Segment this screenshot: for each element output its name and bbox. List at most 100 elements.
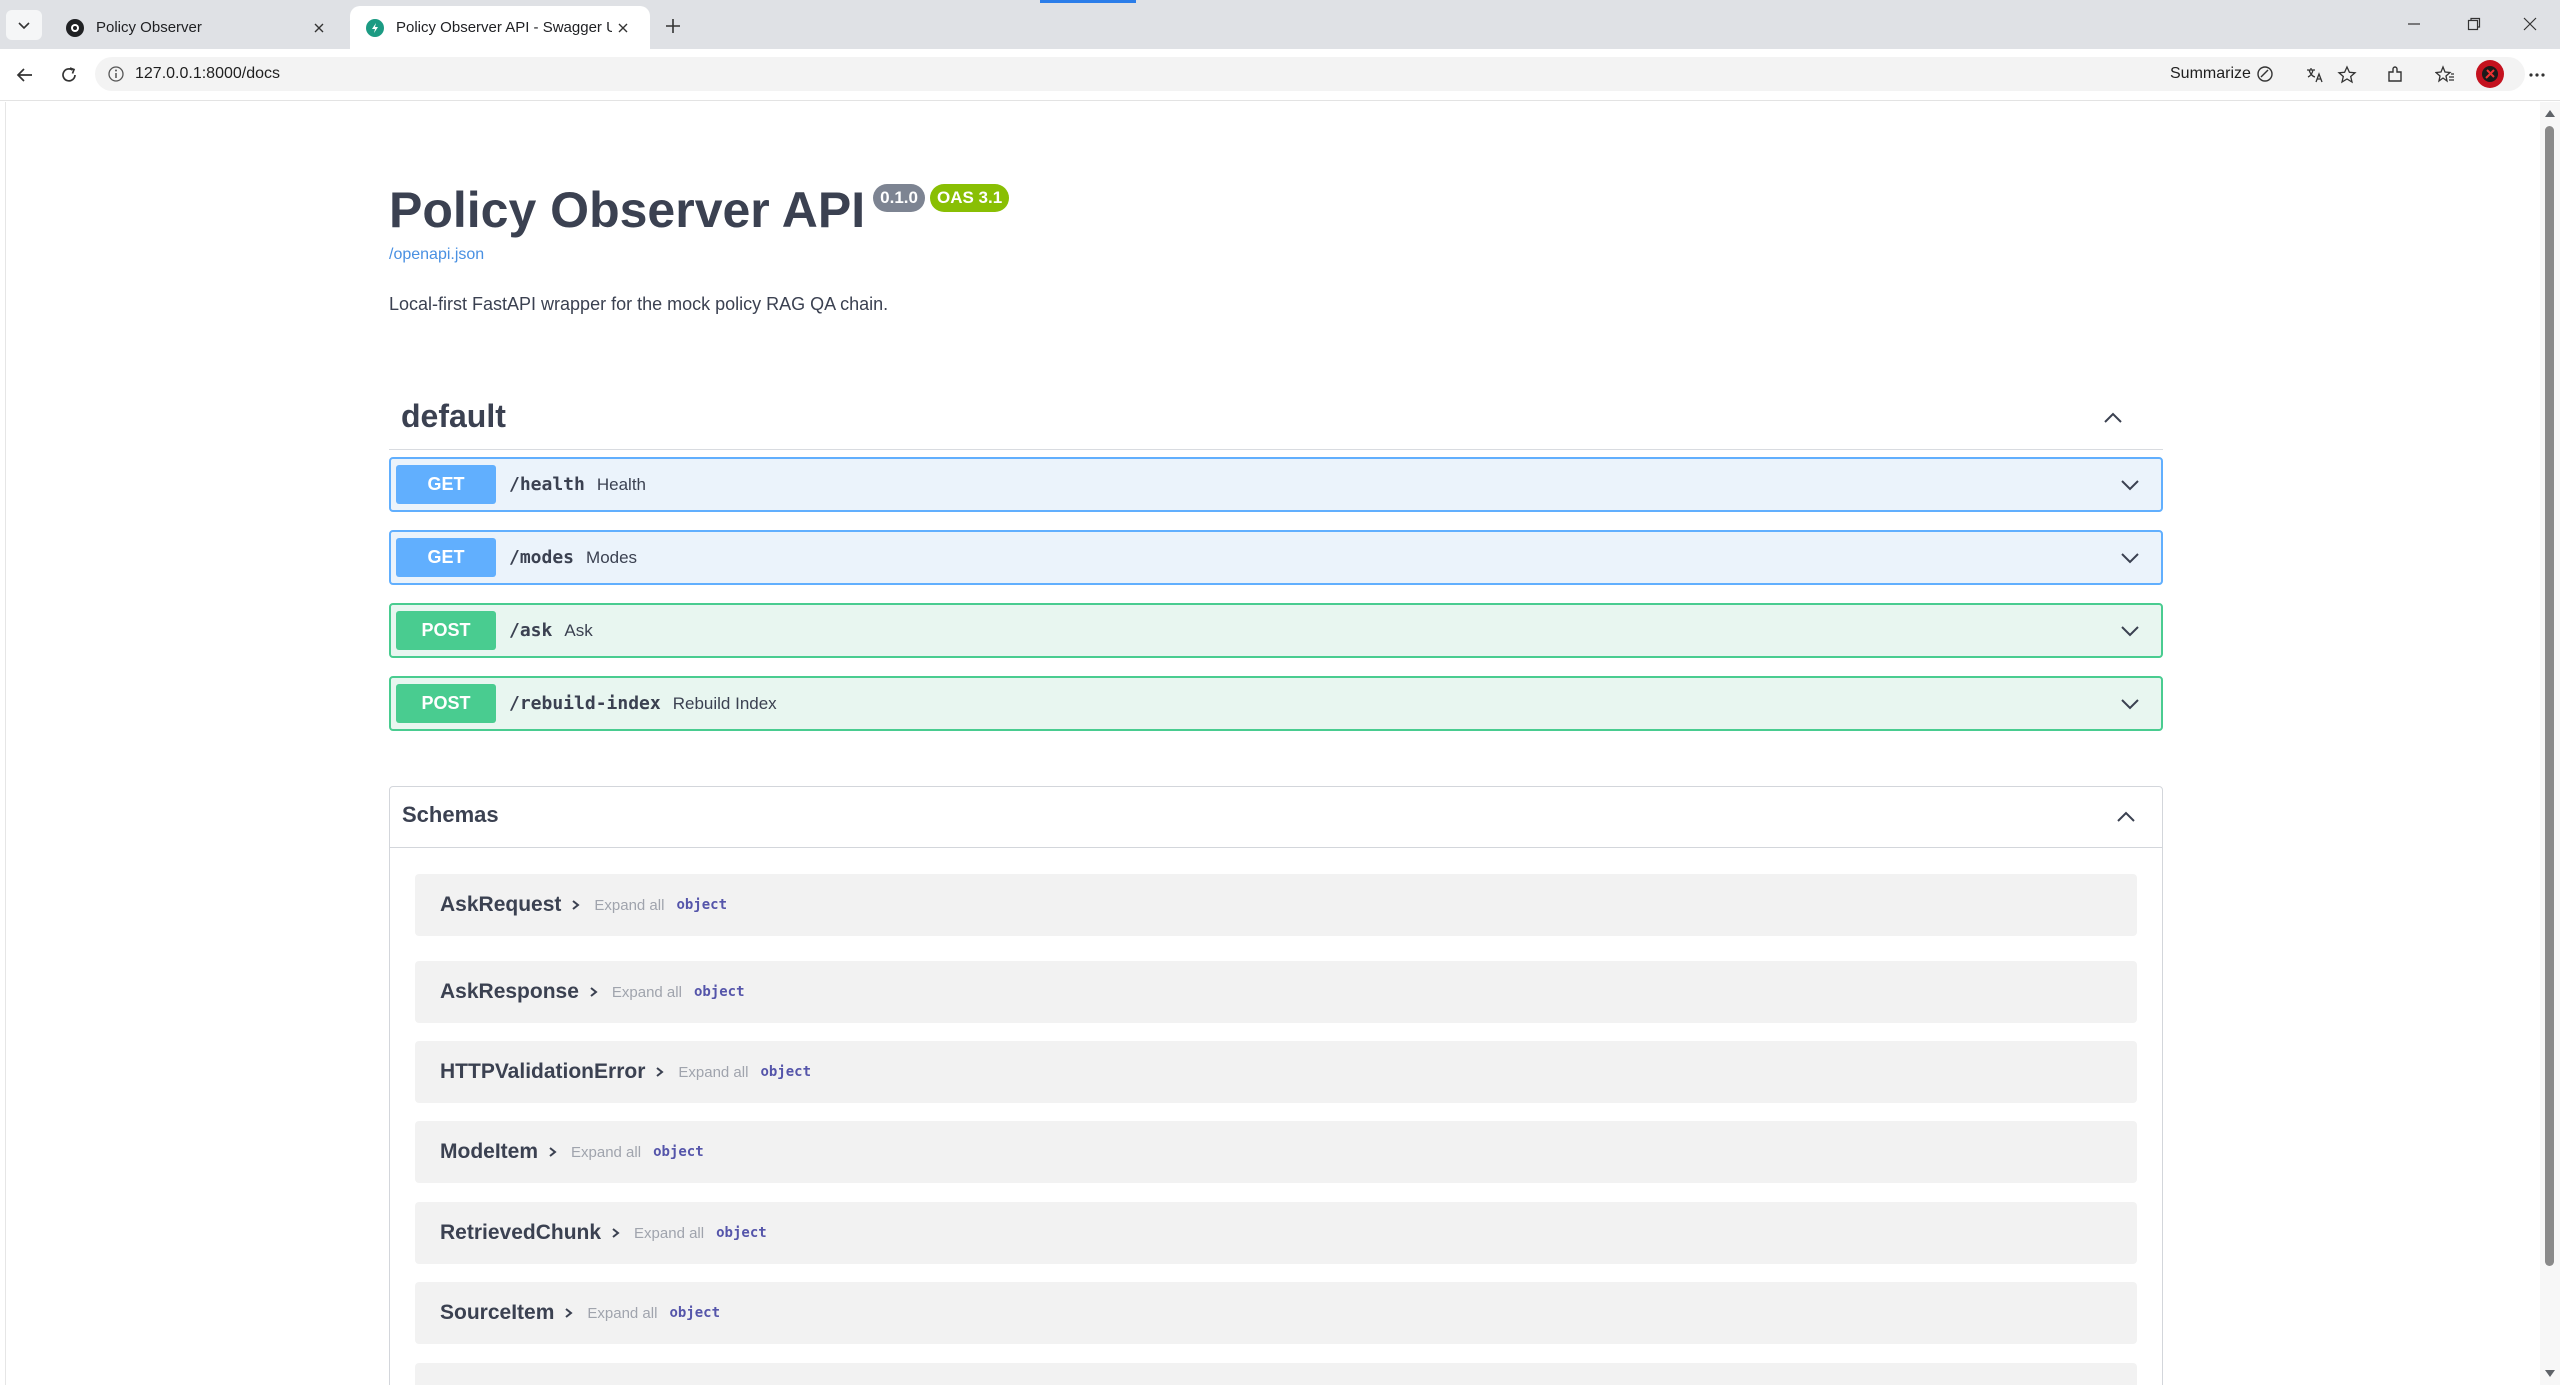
schemas-header[interactable]: Schemas — [390, 787, 2162, 848]
back-button[interactable] — [11, 61, 39, 89]
openapi-json-link[interactable]: /openapi.json — [389, 246, 484, 264]
chevron-down-icon[interactable] — [2117, 691, 2143, 717]
schema-name[interactable]: AskRequest — [440, 893, 561, 917]
tab-policy-observer[interactable]: Policy Observer — [50, 6, 346, 49]
oas-version-badge: OAS 3.1 — [929, 184, 1010, 212]
operation-path: /rebuild-index — [509, 693, 661, 714]
operation-summary: Modes — [586, 547, 638, 567]
chevron-right-icon[interactable] — [547, 1145, 559, 1159]
operation-summary: Rebuild Index — [672, 693, 777, 713]
schema-retrievedchunk[interactable]: RetrievedChunk Expand all object — [415, 1202, 2137, 1264]
policy-observer-favicon-icon — [66, 18, 84, 37]
page-scrollbar[interactable] — [2540, 102, 2560, 1385]
close-tab-icon[interactable] — [308, 17, 330, 39]
chevron-right-icon[interactable] — [563, 1306, 575, 1320]
swagger-favicon-icon — [366, 18, 384, 37]
reload-button[interactable] — [55, 61, 83, 89]
chevron-down-icon[interactable] — [2117, 618, 2143, 644]
schema-type: object — [676, 897, 728, 913]
loading-indicator — [1040, 0, 1136, 3]
operation-get-modes[interactable]: GET /modes Modes — [389, 530, 2163, 585]
operation-path: /health — [509, 474, 585, 495]
schema-askresponse[interactable]: AskResponse Expand all object — [415, 961, 2137, 1023]
browser-tab-bar: Policy Observer Policy Observer API - Sw… — [0, 0, 2560, 49]
tag-name: default — [401, 398, 506, 434]
translate-button[interactable] — [2305, 65, 2325, 85]
chevron-up-icon[interactable] — [2112, 803, 2140, 831]
scroll-down-arrow-icon[interactable] — [2545, 1370, 2555, 1377]
settings-menu-button[interactable] — [2523, 61, 2551, 89]
operation-post-rebuild-index[interactable]: POST /rebuild-index Rebuild Index — [389, 676, 2163, 731]
schema-name[interactable]: HTTPValidationError — [440, 1060, 645, 1084]
schemas-section: Schemas AskRequest Expand all object Ask… — [389, 786, 2163, 1385]
tab-title: Policy Observer — [96, 19, 202, 36]
schema-name[interactable]: AskResponse — [440, 980, 579, 1004]
tag-default-header[interactable]: default — [389, 392, 2163, 450]
close-tab-icon[interactable] — [612, 17, 634, 39]
chevron-right-icon[interactable] — [570, 898, 582, 912]
schema-name[interactable]: RetrievedChunk — [440, 1221, 601, 1245]
minimize-window-button[interactable] — [2394, 8, 2434, 40]
schema-type: object — [669, 1305, 721, 1321]
address-bar[interactable]: 127.0.0.1:8000/docs Summarize — [95, 57, 2525, 91]
api-description: Local-first FastAPI wrapper for the mock… — [389, 294, 889, 314]
operation-path: /ask — [509, 620, 553, 641]
expand-all-link[interactable]: Expand all — [634, 1225, 704, 1242]
restore-window-button[interactable] — [2454, 8, 2494, 40]
favorites-button[interactable] — [2431, 61, 2459, 89]
url-text[interactable]: 127.0.0.1:8000/docs — [135, 65, 280, 83]
schema-partially-visible[interactable] — [415, 1363, 2137, 1385]
more-horizontal-icon — [2529, 73, 2545, 77]
expand-all-link[interactable]: Expand all — [678, 1064, 748, 1081]
plus-icon — [666, 19, 680, 33]
tab-title: Policy Observer API - Swagger UI — [396, 19, 612, 36]
scrollbar-thumb[interactable] — [2545, 126, 2554, 1266]
scroll-up-arrow-icon[interactable] — [2545, 110, 2555, 117]
extensions-icon — [2388, 66, 2402, 82]
schema-modeitem[interactable]: ModeItem Expand all object — [415, 1121, 2137, 1183]
expand-all-link[interactable]: Expand all — [571, 1144, 641, 1161]
chevron-down-icon[interactable] — [2117, 545, 2143, 571]
expand-all-link[interactable]: Expand all — [594, 897, 664, 914]
tab-actions-menu-button[interactable] — [6, 10, 42, 40]
operation-get-health[interactable]: GET /health Health — [389, 457, 2163, 512]
page-viewport: Policy Observer API 0.1.0 OAS 3.1 /opena… — [5, 102, 2540, 1385]
chevron-right-icon[interactable] — [654, 1065, 666, 1079]
chevron-down-icon[interactable] — [2117, 472, 2143, 498]
operation-path: /modes — [509, 547, 575, 568]
minimize-icon — [2408, 23, 2420, 25]
schema-name[interactable]: ModeItem — [440, 1140, 538, 1164]
schema-askrequest[interactable]: AskRequest Expand all object — [415, 874, 2137, 936]
profile-avatar[interactable] — [2476, 60, 2504, 88]
reload-icon — [62, 67, 76, 82]
chevron-right-icon[interactable] — [610, 1226, 622, 1240]
operation-post-ask[interactable]: POST /ask Ask — [389, 603, 2163, 658]
method-badge: POST — [396, 611, 496, 650]
schema-sourceitem[interactable]: SourceItem Expand all object — [415, 1282, 2137, 1344]
method-badge: POST — [396, 684, 496, 723]
schema-type: object — [760, 1064, 812, 1080]
chevron-up-icon[interactable] — [2099, 404, 2127, 432]
expand-all-link[interactable]: Expand all — [612, 984, 682, 1001]
operation-summary: Ask — [564, 620, 593, 640]
favorite-button[interactable] — [2337, 65, 2357, 85]
close-icon — [2523, 17, 2537, 31]
close-window-button[interactable] — [2510, 8, 2550, 40]
new-tab-button[interactable] — [659, 12, 687, 40]
summarize-label: Summarize — [2170, 65, 2251, 82]
schema-type: object — [693, 984, 745, 1000]
expand-all-link[interactable]: Expand all — [587, 1305, 657, 1322]
schema-name[interactable]: SourceItem — [440, 1301, 554, 1325]
chevron-right-icon[interactable] — [588, 985, 600, 999]
extensions-button[interactable] — [2381, 61, 2409, 89]
favorites-list-icon — [2435, 65, 2454, 83]
schema-httpvalidationerror[interactable]: HTTPValidationError Expand all object — [415, 1041, 2137, 1103]
method-badge: GET — [396, 465, 496, 504]
operation-summary: Health — [596, 474, 646, 494]
copilot-icon — [2257, 66, 2273, 82]
summarize-button[interactable]: Summarize — [2170, 64, 2275, 84]
browser-toolbar: 127.0.0.1:8000/docs Summarize — [0, 49, 2560, 101]
tab-swagger-ui[interactable]: Policy Observer API - Swagger UI — [350, 6, 650, 49]
site-info-icon[interactable] — [107, 65, 125, 83]
restore-icon — [2467, 17, 2481, 31]
